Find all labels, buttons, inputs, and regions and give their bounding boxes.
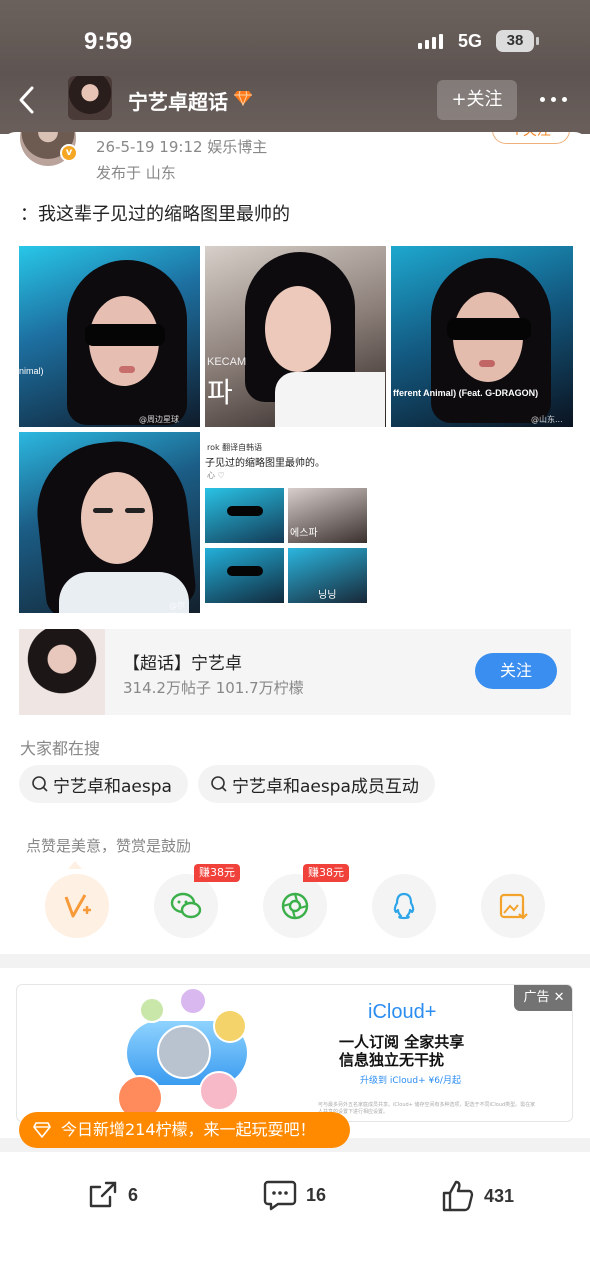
memoji-avatar bbox=[157, 1025, 211, 1079]
image-watermark: @周边星球 bbox=[139, 415, 179, 424]
ad-fine-print: 可与最多另外五名家庭成员共享。iCloud+ 储存空间有多种选项，配选于不同iC… bbox=[318, 1102, 536, 1115]
page-title[interactable]: 宁艺卓超话 bbox=[128, 86, 228, 115]
post-image-2[interactable]: KECAM 파 bbox=[205, 246, 386, 427]
caption-pointer bbox=[68, 861, 82, 869]
topic-image bbox=[19, 629, 105, 715]
search-chips: 宁艺卓和aespa 宁艺卓和aespa成员互动 bbox=[19, 765, 435, 803]
reward-badge: 赚38元 bbox=[194, 864, 240, 882]
topic-follow-button[interactable]: 关注 bbox=[475, 653, 557, 689]
qq-icon bbox=[393, 892, 415, 920]
battery-icon: 38 bbox=[496, 30, 539, 52]
network-label: 5G bbox=[458, 31, 483, 51]
more-icon[interactable] bbox=[540, 97, 567, 102]
ad-banner[interactable]: iCloud+ 一人订阅 全家共享 信息独立无干扰 升级到 iCloud+ ¥6… bbox=[16, 984, 573, 1122]
mini-image: 닝닝 bbox=[288, 548, 367, 603]
topic-stats: 314.2万帖子 101.7万柠檬 bbox=[123, 679, 304, 697]
verified-badge-icon: v bbox=[60, 144, 78, 162]
search-icon bbox=[32, 776, 48, 792]
post-text: ：我这辈子见过的缩略图里最帅的 bbox=[20, 204, 290, 225]
signal-icon bbox=[418, 34, 443, 49]
post-card: v +关注 26-5-19 19:12 娱乐博主 发布于 山东 ：我这辈子见过的… bbox=[0, 132, 590, 952]
weibo-reward-button[interactable] bbox=[45, 874, 109, 938]
save-image-button[interactable] bbox=[481, 874, 545, 938]
screenshot-line: 心 ♡ bbox=[207, 471, 225, 480]
share-icon bbox=[89, 1181, 117, 1208]
mini-image bbox=[205, 548, 284, 603]
wechat-icon bbox=[170, 892, 202, 919]
follow-button[interactable]: +关注 bbox=[437, 80, 517, 120]
promo-banner[interactable]: 今日新增214柠檬，来一起玩耍吧！ bbox=[19, 1112, 350, 1148]
nav-row: 宁艺卓超话 +关注 bbox=[0, 76, 590, 124]
reward-caption: 点赞是美意，赞赏是鼓励 bbox=[26, 837, 192, 855]
search-heading: 大家都在搜 bbox=[20, 739, 101, 758]
topic-avatar[interactable] bbox=[68, 76, 112, 120]
image-watermark: @山东... bbox=[531, 415, 563, 424]
image-caption: nimal) bbox=[19, 366, 44, 376]
search-chip-label: 宁艺卓和aespa成员互动 bbox=[231, 776, 419, 797]
mini-image: 에스파 bbox=[288, 488, 367, 543]
share-count: 6 bbox=[128, 1184, 139, 1205]
promo-text: 今日新增214柠檬，来一起玩耍吧！ bbox=[61, 1120, 316, 1139]
comment-button[interactable]: 16 bbox=[262, 1178, 326, 1212]
thumbs-up-icon bbox=[442, 1180, 474, 1212]
image-caption: fferent Animal) (Feat. G-DRAGON) bbox=[393, 388, 539, 398]
super-topic-card[interactable]: 【超话】宁艺卓 314.2万帖子 101.7万柠檬 关注 bbox=[19, 629, 571, 715]
diamond-icon bbox=[234, 90, 252, 106]
v-plus-icon bbox=[64, 894, 91, 918]
author-follow-button[interactable]: +关注 bbox=[492, 132, 570, 144]
comment-count: 16 bbox=[306, 1184, 327, 1205]
comment-icon bbox=[263, 1180, 297, 1211]
ad-cta: 升级到 iCloud+ ¥6/月起 bbox=[360, 1076, 461, 1086]
top-header: 9:59 5G 38 宁艺卓超话 +关注 bbox=[0, 0, 590, 134]
diamond-icon bbox=[33, 1122, 51, 1138]
image-caption-korean: 파 bbox=[207, 377, 233, 408]
moments-icon bbox=[281, 892, 309, 920]
image-watermark: @尔维... bbox=[169, 601, 185, 613]
screenshot-header: rok 翻译自韩语 子见过的缩略图里最帅的。 心 ♡ bbox=[205, 432, 386, 480]
ad-close-tag[interactable]: 广告 ✕ bbox=[514, 985, 572, 1011]
search-icon bbox=[211, 776, 227, 792]
like-count: 431 bbox=[484, 1185, 515, 1206]
reward-badge: 赚38元 bbox=[303, 864, 349, 882]
screenshot-line: rok 翻译自韩语 bbox=[207, 443, 263, 452]
back-arrow-icon[interactable] bbox=[12, 84, 44, 116]
mini-image bbox=[205, 488, 284, 543]
post-location: 发布于 山东 bbox=[96, 164, 176, 182]
post-image-1[interactable]: nimal) @周边星球 bbox=[19, 246, 200, 427]
memoji-avatar bbox=[199, 1071, 239, 1111]
qq-share-button[interactable] bbox=[372, 874, 436, 938]
post-meta: 26-5-19 19:12 娱乐博主 bbox=[96, 138, 268, 156]
ad-title: iCloud+ bbox=[368, 1001, 437, 1023]
screenshot-line: 子见过的缩略图里最帅的。 bbox=[205, 458, 325, 469]
ad-tag-label: 广告 bbox=[523, 990, 550, 1005]
topic-name: 【超话】宁艺卓 bbox=[123, 654, 242, 674]
memoji-avatar bbox=[179, 987, 207, 1015]
memoji-avatar bbox=[213, 1009, 247, 1043]
image-caption: KECAM bbox=[207, 356, 247, 368]
post-image-4[interactable]: @尔维... bbox=[19, 432, 200, 613]
ad-subheadline: 信息独立无干扰 bbox=[339, 1051, 445, 1069]
moments-share-button[interactable]: 赚38元 bbox=[263, 864, 349, 938]
bottom-action-bar: 6 16 431 bbox=[0, 1160, 590, 1240]
mini-caption: 에스파 bbox=[290, 528, 318, 539]
search-chip[interactable]: 宁艺卓和aespa bbox=[19, 765, 188, 803]
post-image-5[interactable]: rok 翻译自韩语 子见过的缩略图里最帅的。 心 ♡ 에스파 닝닝 bbox=[205, 432, 386, 613]
memoji-avatar bbox=[139, 997, 165, 1023]
status-time: 9:59 bbox=[84, 28, 133, 55]
share-button[interactable]: 6 bbox=[86, 1178, 138, 1212]
image-grid: nimal) @周边星球 KECAM 파 fferent Animal) (Fe… bbox=[19, 246, 573, 616]
post-image-3[interactable]: fferent Animal) (Feat. G-DRAGON) @山东... bbox=[391, 246, 573, 427]
search-chip-label: 宁艺卓和aespa bbox=[53, 776, 172, 797]
like-button[interactable]: 431 bbox=[440, 1178, 514, 1214]
reward-row: 赚38元 赚38元 bbox=[0, 864, 590, 938]
wechat-share-button[interactable]: 赚38元 bbox=[154, 864, 240, 938]
mini-caption: 닝닝 bbox=[318, 590, 337, 601]
status-bar: 9:59 5G 38 bbox=[0, 28, 590, 62]
section-divider bbox=[0, 954, 590, 968]
save-image-icon bbox=[499, 893, 528, 920]
search-chip[interactable]: 宁艺卓和aespa成员互动 bbox=[197, 765, 435, 803]
